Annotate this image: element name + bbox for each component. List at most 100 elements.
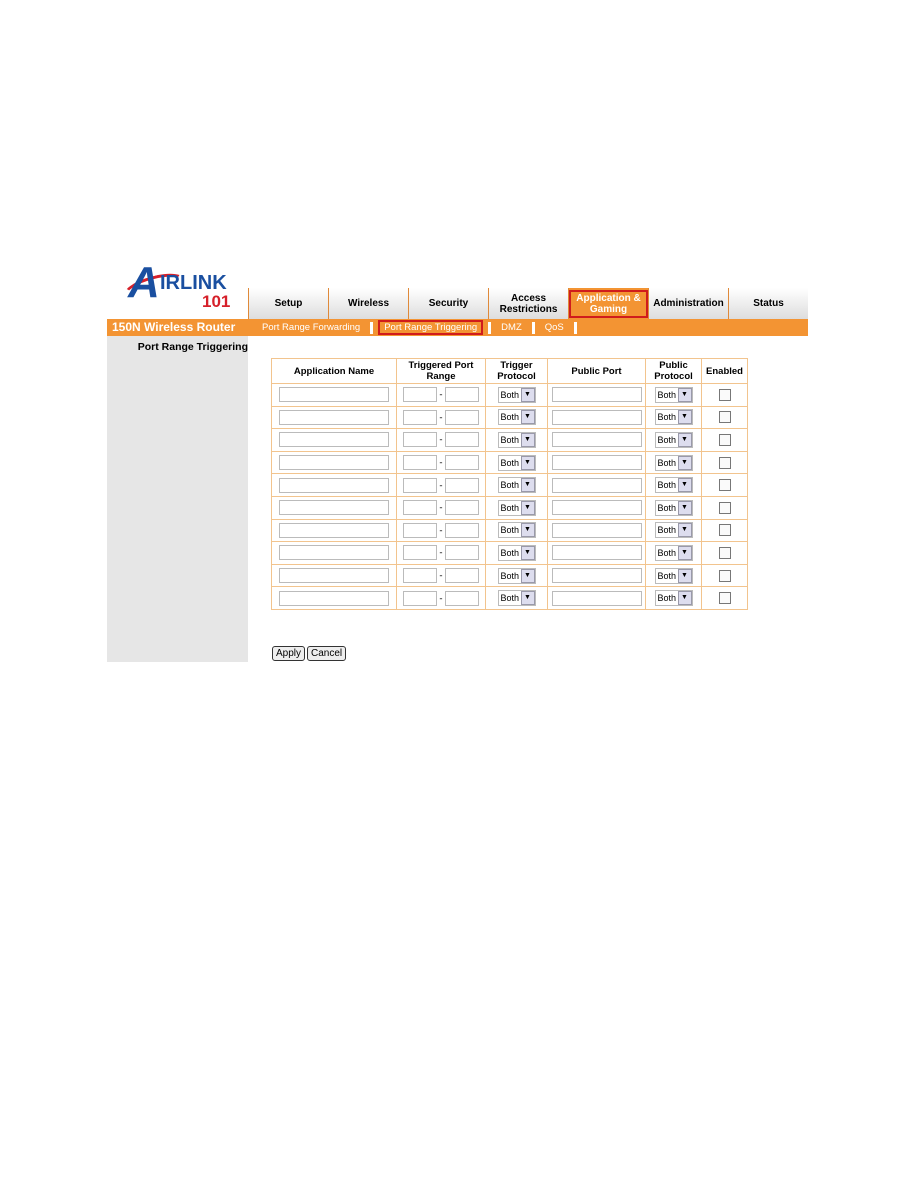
trigger-port-end-input[interactable] [445, 387, 480, 403]
public-protocol-select[interactable]: Both ▼ [654, 431, 693, 448]
public-protocol-select[interactable]: Both ▼ [654, 522, 693, 539]
trigger-port-start-input[interactable] [402, 455, 437, 471]
trigger-protocol-select[interactable]: Both ▼ [497, 409, 536, 426]
subtab-dmz[interactable]: DMZ [496, 322, 527, 333]
enabled-checkbox[interactable] [718, 546, 731, 559]
enabled-checkbox[interactable] [718, 433, 731, 446]
product-name: 150N Wireless Router [112, 320, 236, 334]
trigger-port-end-input[interactable] [445, 590, 480, 606]
application-name-input[interactable] [279, 455, 389, 471]
trigger-port-start-input[interactable] [402, 590, 437, 606]
chevron-down-icon: ▼ [677, 545, 692, 560]
trigger-port-end-input[interactable] [445, 522, 480, 538]
enabled-checkbox[interactable] [718, 388, 731, 401]
sub-nav: Port Range Forwarding Port Range Trigger… [257, 320, 582, 335]
public-protocol-select[interactable]: Both ▼ [654, 477, 693, 494]
application-name-input[interactable] [279, 500, 389, 516]
public-port-input[interactable] [551, 590, 642, 606]
trigger-port-start-input[interactable] [402, 432, 437, 448]
trigger-protocol-select[interactable]: Both ▼ [497, 454, 536, 471]
trigger-port-start-input[interactable] [402, 522, 437, 538]
enabled-checkbox[interactable] [718, 524, 731, 537]
tab-security[interactable]: Security [408, 288, 488, 319]
table-row: - Both ▼ Both ▼ [271, 473, 748, 497]
divider [531, 321, 535, 334]
trigger-protocol-select[interactable]: Both ▼ [497, 544, 536, 561]
public-port-input[interactable] [551, 568, 642, 584]
trigger-port-end-input[interactable] [445, 500, 480, 516]
trigger-protocol-select[interactable]: Both ▼ [497, 499, 536, 516]
public-protocol-select[interactable]: Both ▼ [654, 590, 693, 607]
chevron-down-icon: ▼ [520, 591, 535, 606]
subtab-port-range-triggering[interactable]: Port Range Triggering [378, 320, 484, 335]
range-separator: - [439, 434, 443, 446]
cancel-button[interactable]: Cancel [307, 646, 347, 661]
chevron-down-icon: ▼ [677, 500, 692, 515]
trigger-port-end-input[interactable] [445, 545, 480, 561]
public-protocol-select[interactable]: Both ▼ [654, 567, 693, 584]
public-port-input[interactable] [551, 432, 642, 448]
tab-status[interactable]: Status [728, 288, 808, 319]
enabled-checkbox[interactable] [718, 501, 731, 514]
application-name-input[interactable] [279, 477, 389, 493]
public-port-input[interactable] [551, 500, 642, 516]
chevron-down-icon: ▼ [677, 568, 692, 583]
table-row: - Both ▼ Both ▼ [271, 495, 748, 520]
tab-access-restrictions[interactable]: Access Restrictions [488, 288, 568, 319]
range-separator: - [439, 457, 443, 469]
trigger-protocol-select[interactable]: Both ▼ [497, 522, 536, 539]
public-port-input[interactable] [551, 522, 642, 538]
public-port-input[interactable] [551, 455, 642, 471]
public-protocol-select[interactable]: Both ▼ [654, 499, 693, 516]
application-name-input[interactable] [279, 545, 389, 561]
public-port-input[interactable] [551, 477, 642, 493]
public-protocol-select[interactable]: Both ▼ [654, 386, 693, 403]
application-name-input[interactable] [279, 387, 389, 403]
trigger-port-end-input[interactable] [445, 455, 480, 471]
enabled-checkbox[interactable] [718, 592, 731, 605]
application-name-input[interactable] [279, 522, 389, 538]
trigger-port-start-input[interactable] [402, 545, 437, 561]
public-port-input[interactable] [551, 387, 642, 403]
enabled-checkbox[interactable] [718, 569, 731, 582]
trigger-port-start-input[interactable] [402, 409, 437, 425]
trigger-port-start-input[interactable] [402, 568, 437, 584]
airlink-logo: A IRLINK 101 [119, 258, 245, 314]
tab-application-gaming[interactable]: Application & Gaming [568, 288, 648, 319]
tab-administration[interactable]: Administration [648, 288, 728, 319]
enabled-checkbox[interactable] [718, 456, 731, 469]
trigger-protocol-select[interactable]: Both ▼ [497, 386, 536, 403]
public-port-input[interactable] [551, 545, 642, 561]
application-name-input[interactable] [279, 568, 389, 584]
public-protocol-select[interactable]: Both ▼ [654, 409, 693, 426]
trigger-protocol-select[interactable]: Both ▼ [497, 567, 536, 584]
application-name-input[interactable] [279, 590, 389, 606]
table-row: - Both ▼ Both ▼ [271, 428, 748, 452]
trigger-port-end-input[interactable] [445, 409, 480, 425]
trigger-protocol-select[interactable]: Both ▼ [497, 590, 536, 607]
enabled-checkbox[interactable] [718, 479, 731, 492]
tab-setup[interactable]: Setup [248, 288, 328, 319]
range-separator: - [439, 547, 443, 559]
subtab-qos[interactable]: QoS [540, 322, 569, 333]
subtab-port-range-forwarding[interactable]: Port Range Forwarding [257, 322, 365, 333]
public-port-input[interactable] [551, 409, 642, 425]
enabled-checkbox[interactable] [718, 411, 731, 424]
application-name-input[interactable] [279, 409, 389, 425]
trigger-port-start-input[interactable] [402, 477, 437, 493]
chevron-down-icon: ▼ [520, 432, 535, 447]
trigger-port-end-input[interactable] [445, 432, 480, 448]
trigger-port-start-input[interactable] [402, 500, 437, 516]
apply-button[interactable]: Apply [272, 646, 306, 661]
trigger-port-end-input[interactable] [445, 568, 480, 584]
trigger-protocol-select[interactable]: Both ▼ [497, 431, 536, 448]
tab-wireless[interactable]: Wireless [328, 288, 408, 319]
table-row: - Both ▼ Both ▼ [271, 541, 748, 565]
public-protocol-select[interactable]: Both ▼ [654, 454, 693, 471]
trigger-port-start-input[interactable] [402, 387, 437, 403]
sidebar [107, 336, 248, 662]
public-protocol-select[interactable]: Both ▼ [654, 544, 693, 561]
trigger-protocol-select[interactable]: Both ▼ [497, 477, 536, 494]
application-name-input[interactable] [279, 432, 389, 448]
trigger-port-end-input[interactable] [445, 477, 480, 493]
